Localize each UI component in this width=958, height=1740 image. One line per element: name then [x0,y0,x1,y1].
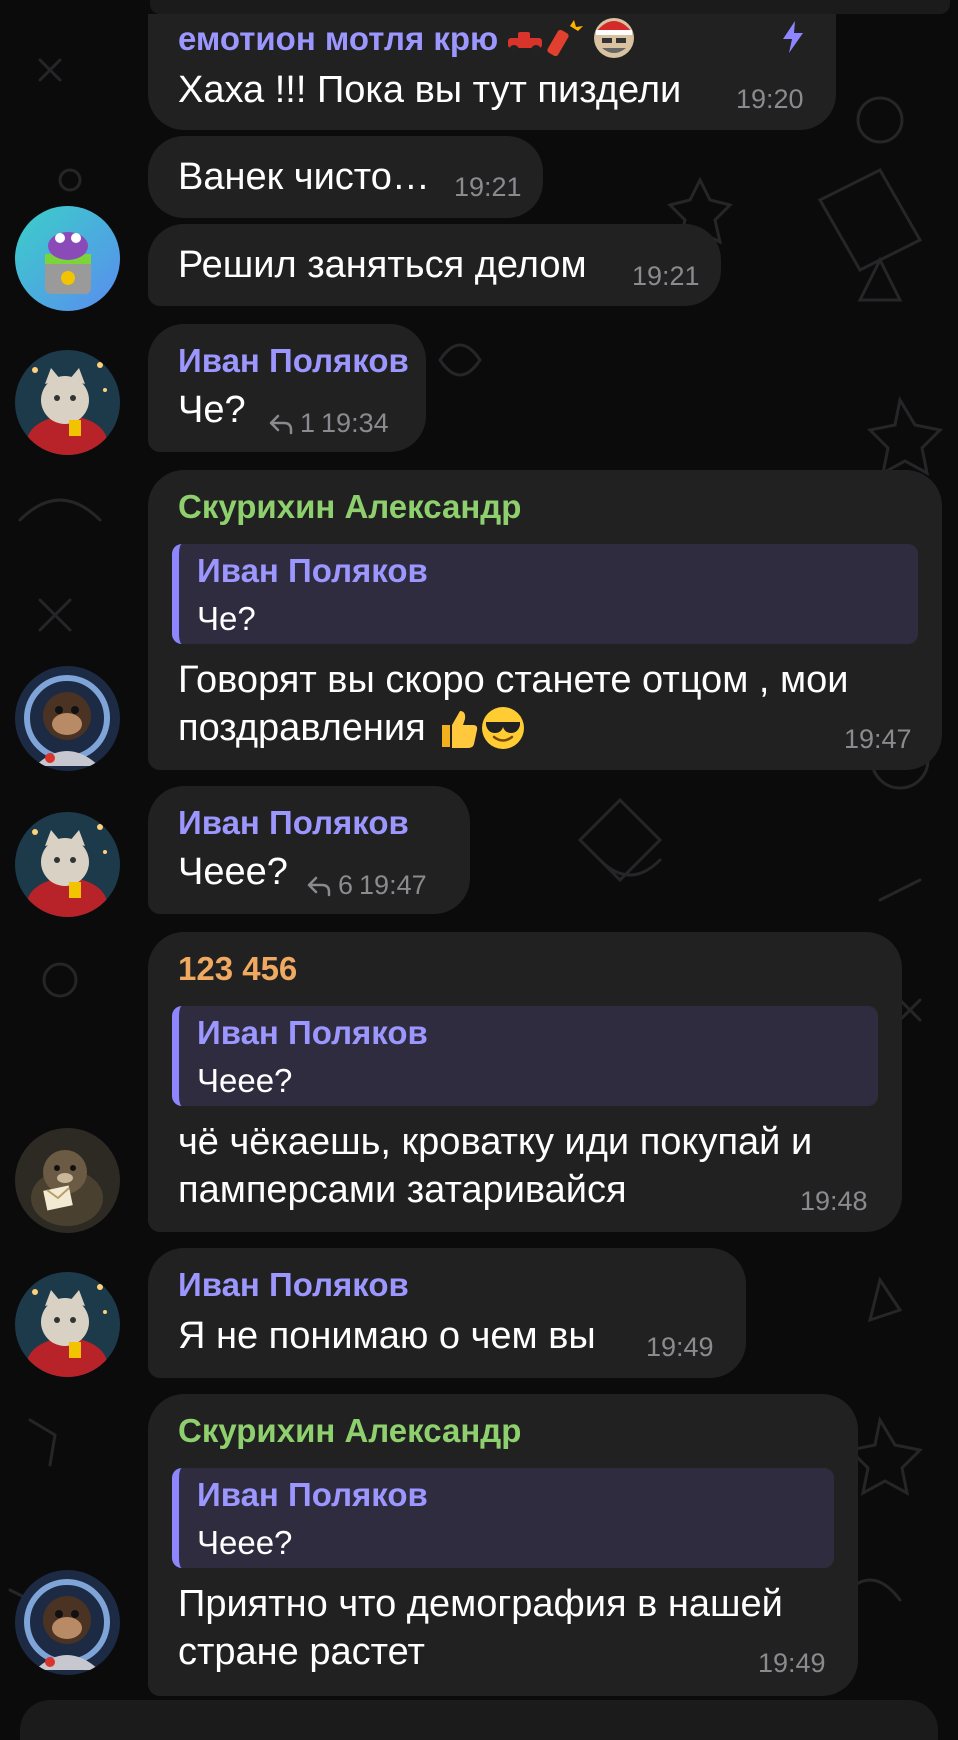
message-text: Чеее? [178,851,288,893]
monkey-astronaut-avatar [15,666,120,771]
quote-author: Иван Поляков [197,552,428,589]
message-bubble[interactable]: Ванек чисто… 19:21 [148,136,543,218]
quote-text: Чеее? [197,1062,293,1099]
sender-name[interactable]: Иван Поляков [178,342,409,380]
sender-name[interactable]: Иван Поляков [178,804,409,842]
chat-history[interactable]: емотион мотля крю Хаха !!! Пока вы тут п… [0,0,958,1714]
sender-name[interactable]: Скурихин Александр [178,1412,521,1450]
message-text: Ванек чисто… [178,156,430,198]
avatar[interactable] [15,206,120,311]
message-bubble[interactable]: Иван Поляков Я не понимаю о чем вы 19:49 [148,1248,746,1378]
frog-barrel-avatar [15,206,120,311]
race-car-emoji [508,32,542,55]
reply-quote[interactable]: Иван Поляков Чеее? [172,1468,834,1568]
message-time: 19:20 [736,84,804,114]
avatar[interactable] [15,812,120,917]
message-time: 19:48 [800,1186,868,1216]
sender-name[interactable]: Иван Поляков [178,1266,409,1304]
message-text: Решил заняться делом [178,244,587,286]
avatar[interactable] [15,1272,120,1377]
thumbs-up-emoji [441,711,477,748]
lightning-icon [783,21,803,53]
cat-avatar [15,1272,120,1377]
message-time: 19:47 [359,870,427,900]
message-bubble[interactable]: Скурихин Александр Иван Поляков Чеее? Пр… [148,1394,858,1696]
message-text: Я не понимаю о чем вы [178,1315,596,1357]
message-time: 19:47 [844,724,912,754]
reply-arrow-icon [307,876,331,896]
message-bubble[interactable]: Решил заняться делом 19:21 [148,224,721,306]
firecracker-emoji [547,20,583,56]
santa-avatar-emoji [594,18,634,58]
sender-name[interactable]: 123 456 [178,950,297,988]
pinned-bar[interactable] [150,0,950,14]
composer-bar-edge[interactable] [20,1700,938,1740]
sender-name[interactable]: Скурихин Александр [178,488,521,526]
message-time: 19:21 [454,172,522,202]
cat-avatar [15,350,120,455]
otter-avatar [15,1128,120,1233]
message-bubble[interactable]: Иван Поляков Че? 1 19:34 [148,324,426,452]
message-text-line-1: Приятно что демография в нашей [178,1583,783,1625]
message-bubble[interactable]: 123 456 Иван Поляков Чеее? чё чёкаешь, к… [148,932,902,1232]
replies-count: 6 [338,870,354,900]
message-time: 19:49 [758,1648,826,1678]
top-bar [0,0,958,14]
reply-arrow-icon [269,414,293,434]
replies-indicator[interactable]: 1 19:34 [268,408,389,439]
cat-avatar [15,812,120,917]
reply-quote[interactable]: Иван Поляков Чеее? [172,1006,878,1106]
message-text-line-2: поздравления [178,704,526,752]
message-text-line-2: памперсами затаривайся [178,1169,627,1211]
message-text-line-1: чё чёкаешь, кроватку иди покупай и [178,1121,813,1163]
message-time: 19:34 [321,408,389,438]
message-bubble[interactable]: емотион мотля крю Хаха !!! Пока вы тут п… [148,0,836,130]
quote-text: Чеее? [197,1524,293,1561]
avatar[interactable] [15,1128,120,1233]
message-text: Че? [178,389,246,431]
avatar[interactable] [15,350,120,455]
message-time: 19:21 [632,261,700,291]
message-text-line-1: Говорят вы скоро станете отцом , мои [178,659,849,701]
message-text: Хаха !!! Пока вы тут пиздели [178,69,682,111]
avatar[interactable] [15,666,120,771]
sender-name[interactable]: емотион мотля крю [178,20,498,58]
message-bubble[interactable]: Иван Поляков Чеее? 6 19:47 [148,786,470,914]
quote-author: Иван Поляков [197,1014,428,1051]
quote-text: Че? [197,600,256,637]
message-text-line-2: стране растет [178,1631,425,1673]
sunglasses-emoji [481,707,524,749]
message-time: 19:49 [646,1332,714,1362]
replies-indicator[interactable]: 6 19:47 [306,870,427,901]
quote-author: Иван Поляков [197,1476,428,1513]
avatar[interactable] [15,1570,120,1675]
message-bubble[interactable]: Скурихин Александр Иван Поляков Че? Гово… [148,470,942,770]
message-text-line-2-text: поздравления [178,707,426,749]
monkey-astronaut-avatar [15,1570,120,1675]
replies-count: 1 [300,408,316,438]
reply-quote[interactable]: Иван Поляков Че? [172,544,918,644]
